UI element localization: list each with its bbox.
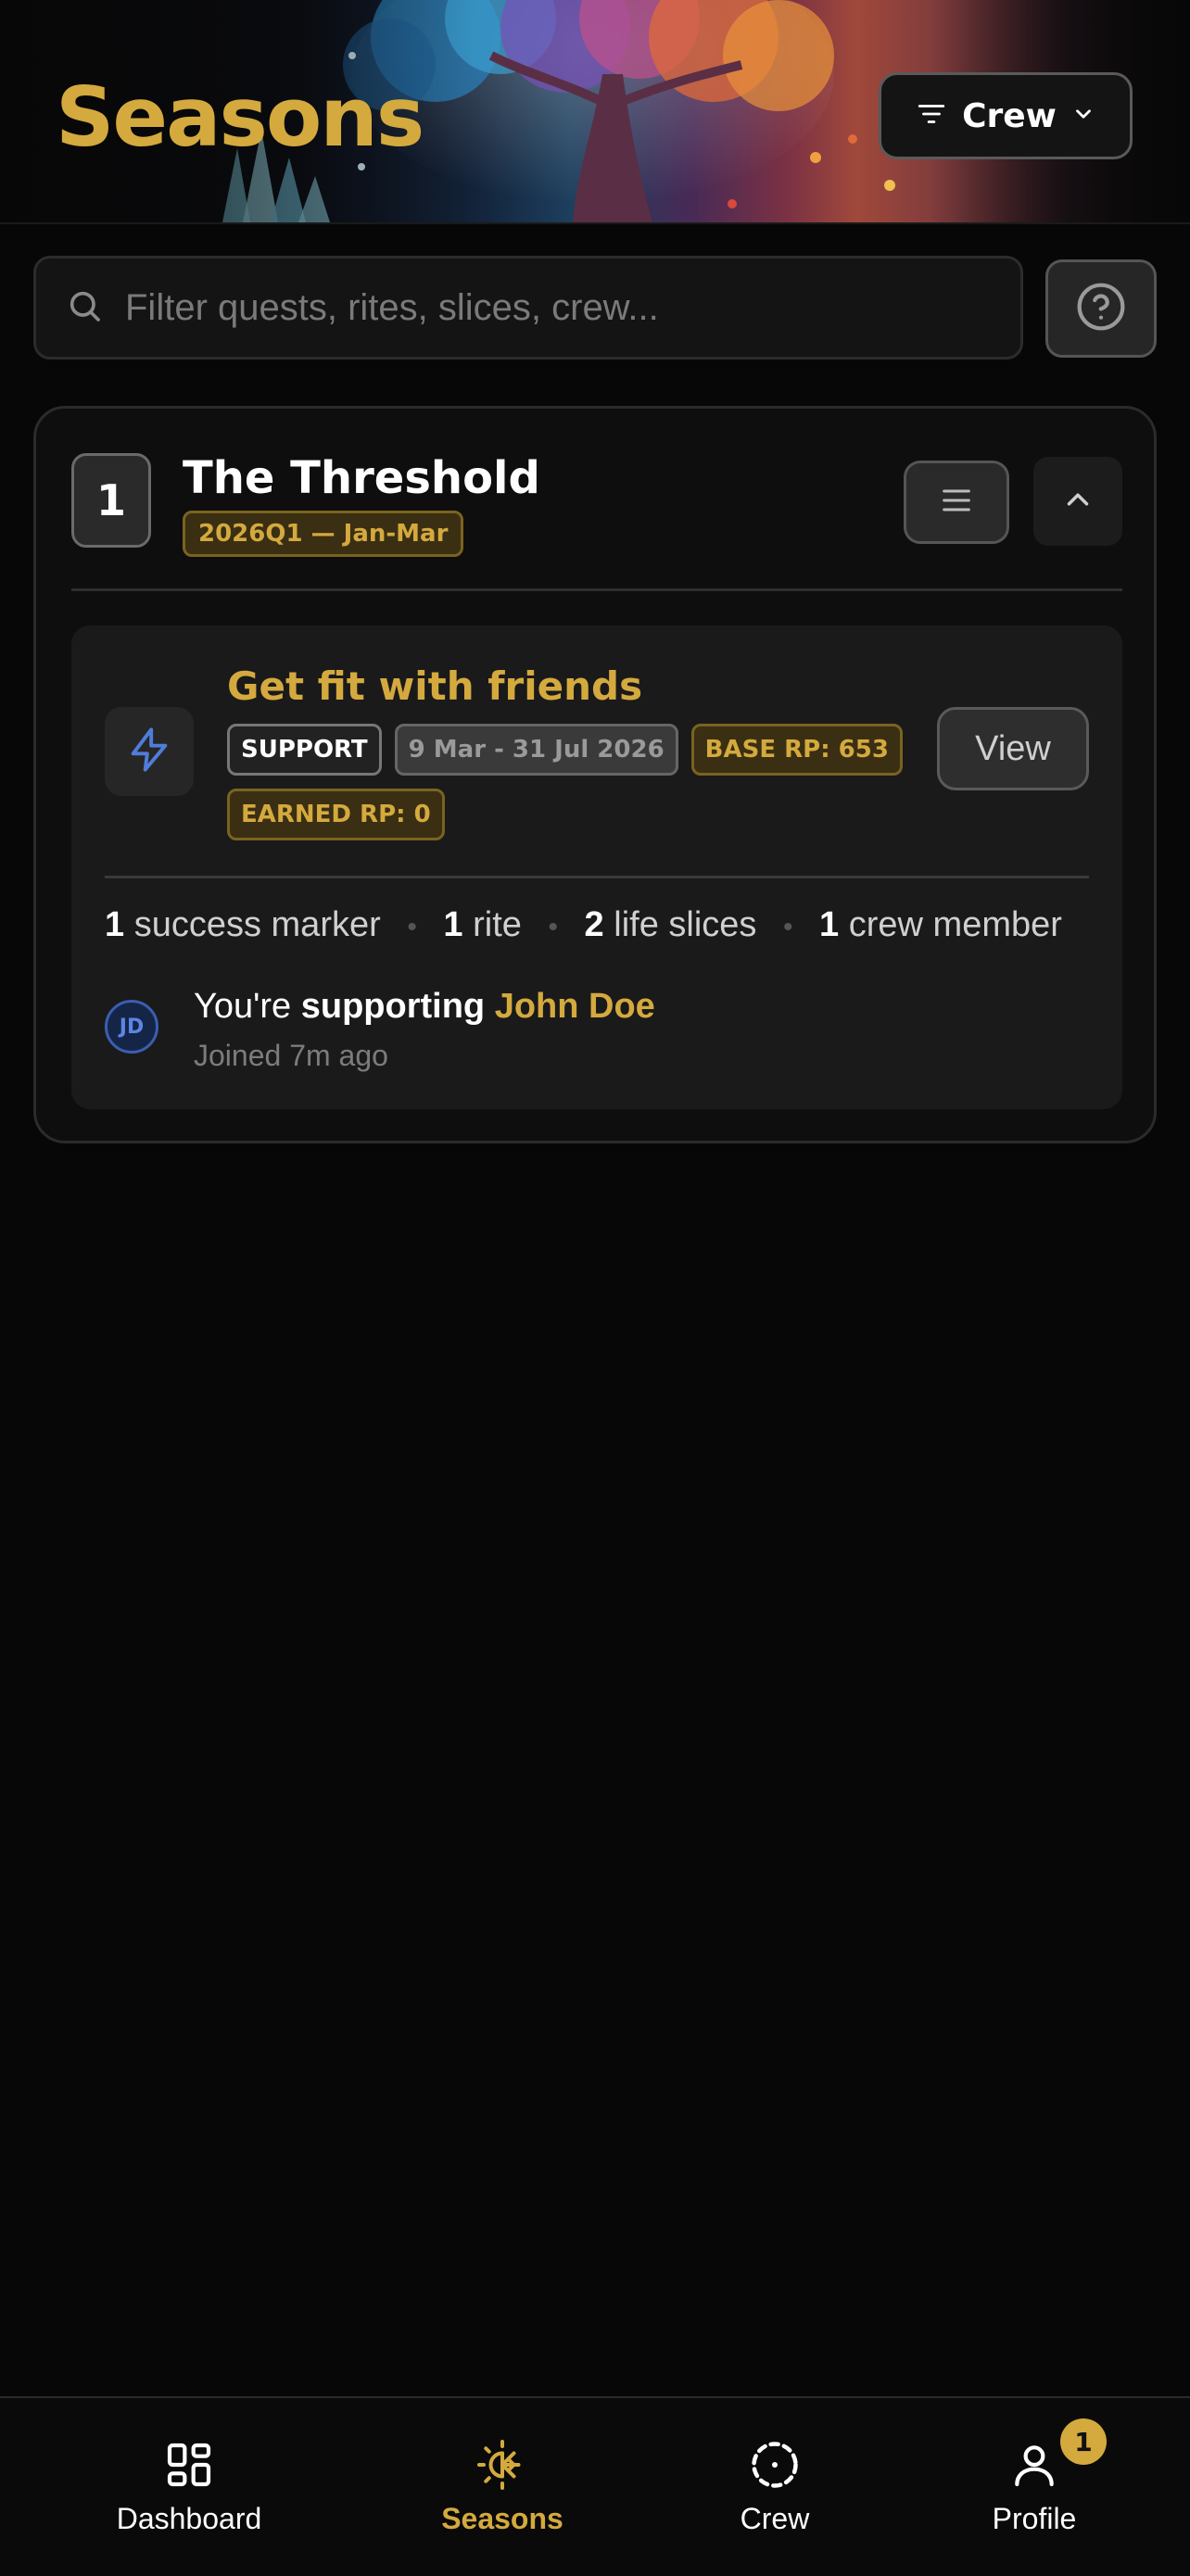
divider xyxy=(105,876,1089,878)
view-quest-button[interactable]: View xyxy=(937,707,1089,790)
avatar[interactable]: JD xyxy=(105,1000,158,1054)
nav-seasons[interactable]: Seasons xyxy=(391,2398,614,2576)
quest-title: Get fit with friends xyxy=(227,663,643,709)
quest-card: Get fit with friends SUPPORT 9 Mar - 31 … xyxy=(71,625,1122,1109)
life-slice-label: life slices xyxy=(614,905,757,944)
chevron-down-icon xyxy=(1071,102,1095,131)
supporting-line: You're supporting John Doe xyxy=(194,987,655,1026)
earned-rp-badge: EARNED RP: 0 xyxy=(227,789,445,840)
joined-timestamp: Joined 7m ago xyxy=(194,1039,388,1072)
season-period-tag: 2026Q1 — Jan-Mar xyxy=(183,511,464,557)
search-bar xyxy=(33,256,1023,360)
rite-count: 1 xyxy=(443,905,463,944)
season-title: The Threshold xyxy=(183,452,540,504)
crew-filter-dropdown[interactable]: Crew xyxy=(879,72,1133,159)
season-number: 1 xyxy=(71,453,151,548)
chevron-up-icon xyxy=(1060,482,1095,522)
quest-stats: 1 success marker • 1 rite • 2 life slice… xyxy=(105,905,1062,944)
help-circle-icon xyxy=(1075,281,1127,337)
role-badge: SUPPORT xyxy=(227,724,382,776)
nav-profile[interactable]: Profile xyxy=(923,2398,1146,2576)
life-slice-count: 2 xyxy=(584,905,604,944)
quest-type-icon-tile xyxy=(105,707,194,796)
supported-user-name[interactable]: John Doe xyxy=(495,987,655,1026)
profile-notification-badge: 1 xyxy=(1060,2418,1107,2465)
success-marker-label: success marker xyxy=(133,905,381,944)
season-card: 1 The Threshold 2026Q1 — Jan-Mar Get fit… xyxy=(33,406,1157,1143)
nav-dashboard[interactable]: Dashboard xyxy=(78,2398,300,2576)
crew-dashed-circle-icon xyxy=(747,2437,803,2493)
search-icon xyxy=(66,287,103,329)
crew-member-count: 1 xyxy=(819,905,840,944)
rite-label: rite xyxy=(473,905,522,944)
lightning-bolt-icon xyxy=(125,726,173,778)
filter-lines-icon xyxy=(916,98,947,134)
header-banner: Seasons Crew xyxy=(0,0,1190,224)
crew-member-label: crew member xyxy=(848,905,1062,944)
seasons-sun-snowflake-icon xyxy=(475,2437,530,2493)
search-input[interactable] xyxy=(123,285,998,330)
crew-filter-label: Crew xyxy=(962,96,1057,135)
divider xyxy=(71,588,1122,591)
dashboard-grid-icon xyxy=(163,2437,215,2493)
collapse-season-button[interactable] xyxy=(1033,457,1122,546)
menu-icon xyxy=(938,482,975,524)
help-button[interactable] xyxy=(1045,259,1157,358)
quest-badges: SUPPORT 9 Mar - 31 Jul 2026 BASE RP: 653… xyxy=(227,724,931,840)
season-menu-button[interactable] xyxy=(904,461,1009,544)
nav-crew[interactable]: Crew xyxy=(664,2398,886,2576)
profile-person-icon xyxy=(1008,2437,1060,2493)
date-range-badge: 9 Mar - 31 Jul 2026 xyxy=(394,724,678,776)
base-rp-badge: BASE RP: 653 xyxy=(690,724,903,776)
bottom-nav: Dashboard Seasons Crew Profile xyxy=(0,2396,1190,2576)
page-title: Seasons xyxy=(56,69,424,165)
success-marker-count: 1 xyxy=(105,905,125,944)
